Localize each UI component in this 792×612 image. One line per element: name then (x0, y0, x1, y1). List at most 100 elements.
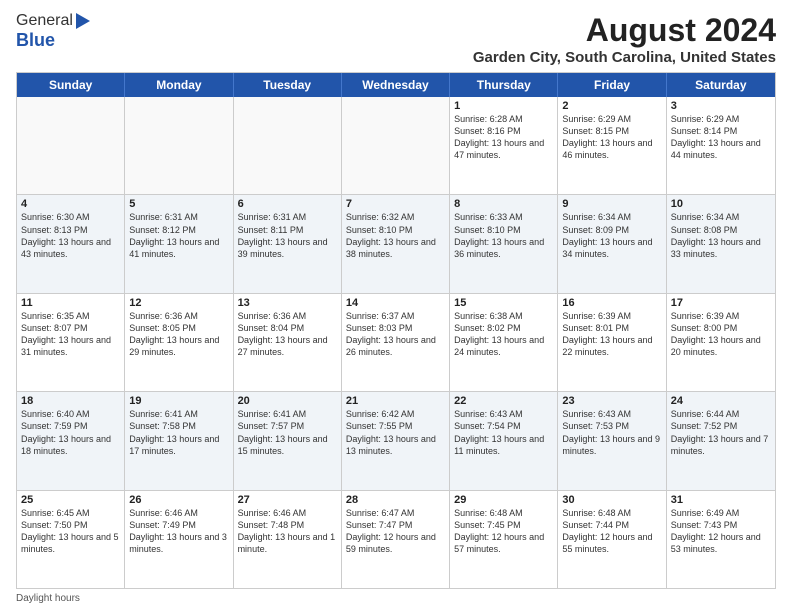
calendar-header-cell: Monday (125, 73, 233, 97)
day-number: 13 (238, 297, 337, 309)
cell-info: Sunrise: 6:37 AM Sunset: 8:03 PM Dayligh… (346, 310, 445, 359)
subtitle: Garden City, South Carolina, United Stat… (473, 49, 776, 66)
cell-info: Sunrise: 6:29 AM Sunset: 8:15 PM Dayligh… (562, 113, 661, 162)
main-title: August 2024 (473, 12, 776, 49)
cell-info: Sunrise: 6:36 AM Sunset: 8:05 PM Dayligh… (129, 310, 228, 359)
cell-info: Sunrise: 6:35 AM Sunset: 8:07 PM Dayligh… (21, 310, 120, 359)
day-number: 19 (129, 395, 228, 407)
logo-general-text: General (16, 12, 73, 30)
day-number: 18 (21, 395, 120, 407)
calendar-cell: 4Sunrise: 6:30 AM Sunset: 8:13 PM Daylig… (17, 195, 125, 292)
day-number: 11 (21, 297, 120, 309)
calendar-body: 1Sunrise: 6:28 AM Sunset: 8:16 PM Daylig… (17, 97, 775, 588)
calendar-cell: 31Sunrise: 6:49 AM Sunset: 7:43 PM Dayli… (667, 491, 775, 588)
calendar-cell (125, 97, 233, 194)
calendar: SundayMondayTuesdayWednesdayThursdayFrid… (16, 72, 776, 589)
calendar-cell: 23Sunrise: 6:43 AM Sunset: 7:53 PM Dayli… (558, 392, 666, 489)
cell-info: Sunrise: 6:30 AM Sunset: 8:13 PM Dayligh… (21, 211, 120, 260)
day-number: 31 (671, 494, 771, 506)
day-number: 4 (21, 198, 120, 210)
calendar-cell: 12Sunrise: 6:36 AM Sunset: 8:05 PM Dayli… (125, 294, 233, 391)
logo-blue-text: Blue (16, 30, 55, 51)
cell-info: Sunrise: 6:39 AM Sunset: 8:01 PM Dayligh… (562, 310, 661, 359)
calendar-cell: 19Sunrise: 6:41 AM Sunset: 7:58 PM Dayli… (125, 392, 233, 489)
day-number: 27 (238, 494, 337, 506)
cell-info: Sunrise: 6:34 AM Sunset: 8:08 PM Dayligh… (671, 211, 771, 260)
calendar-cell: 14Sunrise: 6:37 AM Sunset: 8:03 PM Dayli… (342, 294, 450, 391)
day-number: 1 (454, 100, 553, 112)
cell-info: Sunrise: 6:33 AM Sunset: 8:10 PM Dayligh… (454, 211, 553, 260)
logo: General Blue (16, 12, 91, 51)
day-number: 3 (671, 100, 771, 112)
calendar-header-cell: Saturday (667, 73, 775, 97)
calendar-cell: 10Sunrise: 6:34 AM Sunset: 8:08 PM Dayli… (667, 195, 775, 292)
cell-info: Sunrise: 6:43 AM Sunset: 7:54 PM Dayligh… (454, 408, 553, 457)
day-number: 7 (346, 198, 445, 210)
day-number: 24 (671, 395, 771, 407)
calendar-cell: 18Sunrise: 6:40 AM Sunset: 7:59 PM Dayli… (17, 392, 125, 489)
header: General Blue August 2024 Garden City, So… (16, 12, 776, 66)
calendar-cell: 27Sunrise: 6:46 AM Sunset: 7:48 PM Dayli… (234, 491, 342, 588)
calendar-header-cell: Tuesday (234, 73, 342, 97)
calendar-cell: 3Sunrise: 6:29 AM Sunset: 8:14 PM Daylig… (667, 97, 775, 194)
day-number: 16 (562, 297, 661, 309)
day-number: 2 (562, 100, 661, 112)
calendar-cell: 11Sunrise: 6:35 AM Sunset: 8:07 PM Dayli… (17, 294, 125, 391)
calendar-cell: 22Sunrise: 6:43 AM Sunset: 7:54 PM Dayli… (450, 392, 558, 489)
day-number: 25 (21, 494, 120, 506)
cell-info: Sunrise: 6:43 AM Sunset: 7:53 PM Dayligh… (562, 408, 661, 457)
footer-note: Daylight hours (16, 593, 776, 604)
calendar-cell: 24Sunrise: 6:44 AM Sunset: 7:52 PM Dayli… (667, 392, 775, 489)
day-number: 22 (454, 395, 553, 407)
cell-info: Sunrise: 6:28 AM Sunset: 8:16 PM Dayligh… (454, 113, 553, 162)
cell-info: Sunrise: 6:38 AM Sunset: 8:02 PM Dayligh… (454, 310, 553, 359)
cell-info: Sunrise: 6:31 AM Sunset: 8:11 PM Dayligh… (238, 211, 337, 260)
cell-info: Sunrise: 6:47 AM Sunset: 7:47 PM Dayligh… (346, 507, 445, 556)
day-number: 5 (129, 198, 228, 210)
calendar-cell: 30Sunrise: 6:48 AM Sunset: 7:44 PM Dayli… (558, 491, 666, 588)
cell-info: Sunrise: 6:32 AM Sunset: 8:10 PM Dayligh… (346, 211, 445, 260)
calendar-cell (234, 97, 342, 194)
calendar-cell: 29Sunrise: 6:48 AM Sunset: 7:45 PM Dayli… (450, 491, 558, 588)
calendar-cell: 6Sunrise: 6:31 AM Sunset: 8:11 PM Daylig… (234, 195, 342, 292)
day-number: 6 (238, 198, 337, 210)
calendar-cell: 5Sunrise: 6:31 AM Sunset: 8:12 PM Daylig… (125, 195, 233, 292)
calendar-week: 4Sunrise: 6:30 AM Sunset: 8:13 PM Daylig… (17, 195, 775, 293)
cell-info: Sunrise: 6:40 AM Sunset: 7:59 PM Dayligh… (21, 408, 120, 457)
cell-info: Sunrise: 6:41 AM Sunset: 7:58 PM Dayligh… (129, 408, 228, 457)
calendar-cell: 26Sunrise: 6:46 AM Sunset: 7:49 PM Dayli… (125, 491, 233, 588)
cell-info: Sunrise: 6:48 AM Sunset: 7:44 PM Dayligh… (562, 507, 661, 556)
calendar-cell (342, 97, 450, 194)
calendar-cell: 13Sunrise: 6:36 AM Sunset: 8:04 PM Dayli… (234, 294, 342, 391)
calendar-header-cell: Wednesday (342, 73, 450, 97)
cell-info: Sunrise: 6:41 AM Sunset: 7:57 PM Dayligh… (238, 408, 337, 457)
calendar-header-cell: Sunday (17, 73, 125, 97)
day-number: 30 (562, 494, 661, 506)
calendar-cell: 28Sunrise: 6:47 AM Sunset: 7:47 PM Dayli… (342, 491, 450, 588)
day-number: 26 (129, 494, 228, 506)
day-number: 17 (671, 297, 771, 309)
calendar-cell: 25Sunrise: 6:45 AM Sunset: 7:50 PM Dayli… (17, 491, 125, 588)
calendar-cell: 8Sunrise: 6:33 AM Sunset: 8:10 PM Daylig… (450, 195, 558, 292)
calendar-cell: 2Sunrise: 6:29 AM Sunset: 8:15 PM Daylig… (558, 97, 666, 194)
logo-triangle-icon (76, 13, 90, 29)
calendar-cell: 15Sunrise: 6:38 AM Sunset: 8:02 PM Dayli… (450, 294, 558, 391)
day-number: 14 (346, 297, 445, 309)
calendar-header-cell: Thursday (450, 73, 558, 97)
day-number: 15 (454, 297, 553, 309)
calendar-week: 1Sunrise: 6:28 AM Sunset: 8:16 PM Daylig… (17, 97, 775, 195)
day-number: 29 (454, 494, 553, 506)
calendar-cell: 20Sunrise: 6:41 AM Sunset: 7:57 PM Dayli… (234, 392, 342, 489)
cell-info: Sunrise: 6:48 AM Sunset: 7:45 PM Dayligh… (454, 507, 553, 556)
cell-info: Sunrise: 6:44 AM Sunset: 7:52 PM Dayligh… (671, 408, 771, 457)
day-number: 9 (562, 198, 661, 210)
day-number: 10 (671, 198, 771, 210)
day-number: 8 (454, 198, 553, 210)
calendar-week: 25Sunrise: 6:45 AM Sunset: 7:50 PM Dayli… (17, 491, 775, 588)
calendar-cell: 16Sunrise: 6:39 AM Sunset: 8:01 PM Dayli… (558, 294, 666, 391)
calendar-week: 11Sunrise: 6:35 AM Sunset: 8:07 PM Dayli… (17, 294, 775, 392)
calendar-cell: 17Sunrise: 6:39 AM Sunset: 8:00 PM Dayli… (667, 294, 775, 391)
calendar-cell (17, 97, 125, 194)
day-number: 20 (238, 395, 337, 407)
calendar-cell: 21Sunrise: 6:42 AM Sunset: 7:55 PM Dayli… (342, 392, 450, 489)
